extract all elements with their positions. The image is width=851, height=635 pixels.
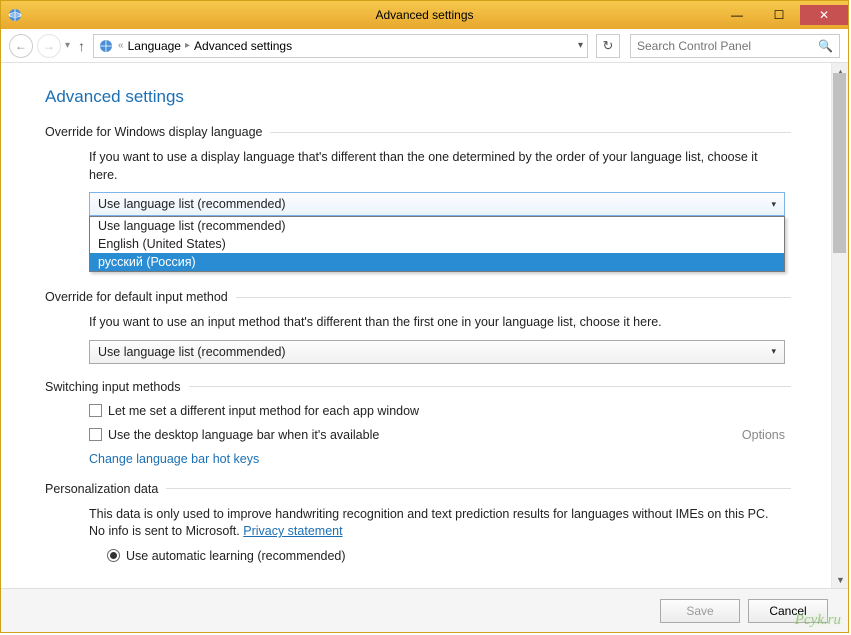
combo-value: Use language list (recommended) <box>98 197 286 211</box>
save-button[interactable]: Save <box>660 599 740 623</box>
section-override-display: Override for Windows display language If… <box>45 125 791 216</box>
checkbox-desktop-bar[interactable] <box>89 428 102 441</box>
window-controls: — ☐ ✕ <box>716 5 848 25</box>
scroll-down-icon[interactable]: ▼ <box>832 571 848 588</box>
navbar: ← → ▾ ↑ « Language ▸ Advanced settings ▾… <box>1 29 848 63</box>
page-title: Advanced settings <box>45 87 791 107</box>
divider <box>189 386 792 387</box>
combo-option[interactable]: Use language list (recommended) <box>90 217 784 235</box>
section-title-personalization: Personalization data <box>45 482 158 496</box>
back-button[interactable]: ← <box>9 34 33 58</box>
section-title-switching: Switching input methods <box>45 380 181 394</box>
divider <box>166 488 791 489</box>
options-link[interactable]: Options <box>742 428 785 442</box>
hotkeys-link[interactable]: Change language bar hot keys <box>89 452 259 466</box>
display-language-combo[interactable]: Use language list (recommended) ▾ Use la… <box>89 192 785 216</box>
combo-value: Use language list (recommended) <box>98 345 286 359</box>
footer: Save Cancel <box>1 588 848 632</box>
search-icon[interactable]: 🔍 <box>818 39 833 53</box>
up-button[interactable]: ↑ <box>74 38 89 54</box>
section-title-input: Override for default input method <box>45 290 228 304</box>
maximize-button[interactable]: ☐ <box>758 5 800 25</box>
section-override-input: Override for default input method If you… <box>45 290 791 364</box>
search-box[interactable]: 🔍 <box>630 34 840 58</box>
chevron-down-icon: ▾ <box>771 199 776 210</box>
section-desc-display: If you want to use a display language th… <box>89 149 785 184</box>
combo-option[interactable]: русский (Россия) <box>90 253 784 271</box>
titlebar: Advanced settings — ☐ ✕ <box>1 1 848 29</box>
close-button[interactable]: ✕ <box>800 5 848 25</box>
breadcrumb-item-language[interactable]: Language <box>128 39 181 53</box>
breadcrumb[interactable]: « Language ▸ Advanced settings ▾ <box>93 34 588 58</box>
checkbox-label: Let me set a different input method for … <box>108 404 419 418</box>
window-title: Advanced settings <box>375 8 473 22</box>
app-icon <box>7 7 23 23</box>
chevron-right-icon: ▸ <box>185 40 190 51</box>
scroll-thumb[interactable] <box>833 73 846 253</box>
cancel-button[interactable]: Cancel <box>748 599 828 623</box>
content-area: Advanced settings Override for Windows d… <box>1 63 831 588</box>
input-method-combo[interactable]: Use language list (recommended) ▾ <box>89 340 785 364</box>
scrollbar[interactable]: ▲ ▼ <box>831 63 848 588</box>
radio-label: Use automatic learning (recommended) <box>126 549 346 563</box>
checkbox-per-app[interactable] <box>89 404 102 417</box>
display-language-dropdown: Use language list (recommended) English … <box>89 216 785 272</box>
privacy-link[interactable]: Privacy statement <box>243 524 342 538</box>
minimize-button[interactable]: — <box>716 5 758 25</box>
combo-option[interactable]: English (United States) <box>90 235 784 253</box>
personalization-desc: This data is only used to improve handwr… <box>89 507 769 539</box>
search-input[interactable] <box>637 39 818 53</box>
divider <box>236 297 791 298</box>
forward-button[interactable]: → <box>37 34 61 58</box>
divider <box>270 132 791 133</box>
chevron-down-icon: ▾ <box>771 346 776 357</box>
section-switching: Switching input methods Let me set a dif… <box>45 380 791 466</box>
section-personalization: Personalization data This data is only u… <box>45 482 791 563</box>
breadcrumb-sep: « <box>118 40 124 51</box>
refresh-button[interactable]: ↻ <box>596 34 620 58</box>
breadcrumb-icon <box>98 38 114 54</box>
section-desc-input: If you want to use an input method that'… <box>89 314 785 332</box>
breadcrumb-item-advanced[interactable]: Advanced settings <box>194 39 292 53</box>
radio-auto-learning[interactable] <box>107 549 120 562</box>
section-title-display: Override for Windows display language <box>45 125 262 139</box>
recent-dropdown-icon[interactable]: ▾ <box>65 40 70 51</box>
breadcrumb-dropdown-icon[interactable]: ▾ <box>578 40 583 51</box>
checkbox-label: Use the desktop language bar when it's a… <box>108 428 379 442</box>
